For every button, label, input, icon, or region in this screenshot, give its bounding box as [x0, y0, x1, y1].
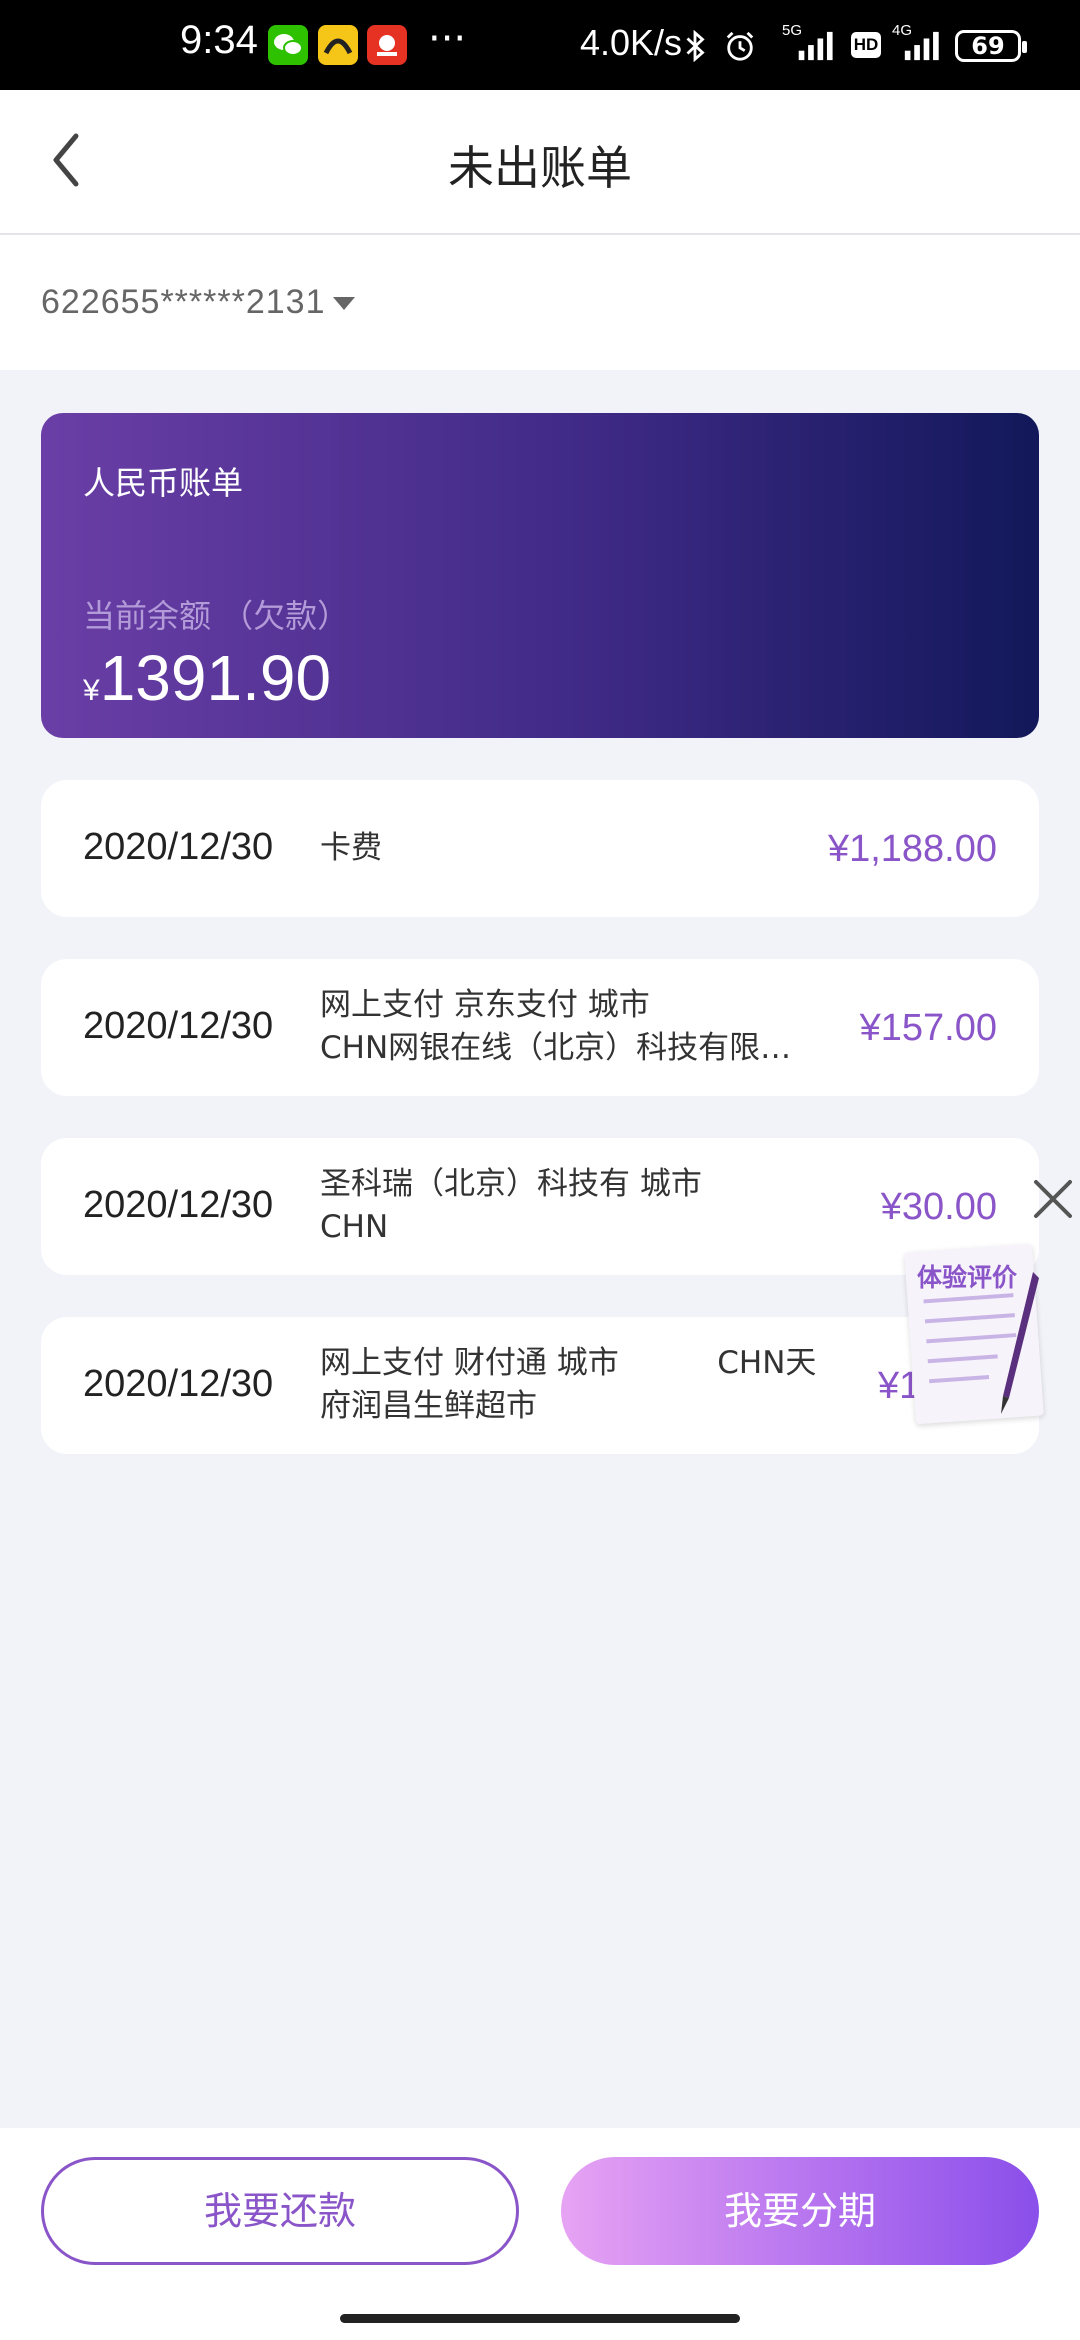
transaction-desc: 网上支付 财付通 城市 CHN天 府润昌生鲜超市 — [320, 1342, 816, 1428]
network-speed: 4.0K/s — [580, 22, 683, 63]
news-app-icon — [367, 25, 407, 65]
signal-icon — [798, 31, 833, 61]
desc-line-1: 网上支付 财付通 城市 CHN天 — [320, 1345, 817, 1381]
account-selector[interactable]: 622655******2131 — [0, 235, 1080, 370]
transaction-amount: ¥30.00 — [880, 1186, 997, 1228]
app-notification-icon — [318, 25, 358, 65]
home-indicator[interactable] — [340, 2314, 740, 2323]
balance-value: 1391.90 — [99, 642, 332, 714]
balance-label: 当前余额 （欠款） — [83, 597, 350, 635]
transaction-date: 2020/12/30 — [83, 1005, 274, 1047]
currency-symbol: ¥ — [83, 674, 100, 707]
hd-badge: HD — [851, 32, 881, 58]
transaction-row[interactable]: 2020/12/30 卡费 ¥1,188.00 — [41, 780, 1039, 917]
transaction-row[interactable]: 2020/12/30 圣科瑞（北京）科技有 城市 CHN ¥30.00 — [41, 1138, 1039, 1275]
account-number: 622655******2131 — [41, 283, 326, 321]
signal-icon-2 — [904, 31, 939, 61]
caret-down-icon[interactable] — [333, 297, 355, 310]
alarm-icon — [726, 31, 754, 61]
battery-icon: 69 — [955, 30, 1027, 62]
close-icon[interactable] — [1030, 1176, 1076, 1222]
top-nav-bar: 未出账单 — [0, 90, 1080, 235]
feedback-widget[interactable]: 体验评价 — [904, 1243, 1045, 1428]
transaction-amount: ¥157.00 — [859, 1007, 997, 1049]
pen-icon — [1001, 1272, 1039, 1414]
desc-line-2: CHN网银在线（北京）科技有限… — [320, 1030, 792, 1066]
bill-summary-card: 人民币账单 当前余额 （欠款） ¥1391.90 — [41, 413, 1039, 738]
transaction-date: 2020/12/30 — [83, 1363, 274, 1405]
desc-line-1: 卡费 — [320, 830, 382, 866]
repay-button[interactable]: 我要还款 — [41, 2157, 519, 2265]
wechat-icon — [268, 25, 308, 65]
transaction-desc: 网上支付 京东支付 城市 CHN网银在线（北京）科技有限… — [320, 984, 791, 1070]
transaction-desc: 圣科瑞（北京）科技有 城市 CHN — [320, 1163, 702, 1249]
transaction-amount: ¥1,188.00 — [827, 828, 997, 870]
status-bar: 9:34 ··· 4.0K/s 5G HD 4G 69 — [0, 0, 1080, 90]
transaction-desc: 卡费 — [320, 827, 382, 870]
desc-line-1: 圣科瑞（北京）科技有 城市 — [320, 1166, 702, 1202]
page-title: 未出账单 — [448, 141, 632, 195]
transaction-row[interactable]: 2020/12/30 网上支付 京东支付 城市 CHN网银在线（北京）科技有限… … — [41, 959, 1039, 1096]
desc-line-1: 网上支付 京东支付 城市 — [320, 987, 650, 1023]
status-time: 9:34 — [180, 18, 258, 62]
more-notifications-icon: ··· — [428, 16, 467, 62]
installment-button[interactable]: 我要分期 — [561, 2157, 1039, 2265]
bottom-action-bar: 我要还款 我要分期 — [0, 2128, 1080, 2340]
transaction-date: 2020/12/30 — [83, 1184, 274, 1226]
card-title: 人民币账单 — [83, 464, 244, 502]
balance-amount: ¥1391.90 — [83, 641, 331, 715]
transaction-row[interactable]: 2020/12/30 网上支付 财付通 城市 CHN天 府润昌生鲜超市 ¥1 — [41, 1317, 1039, 1454]
transaction-date: 2020/12/30 — [83, 826, 274, 868]
bluetooth-icon — [686, 30, 705, 62]
desc-line-2: CHN — [320, 1209, 389, 1245]
desc-line-2: 府润昌生鲜超市 — [320, 1388, 537, 1424]
